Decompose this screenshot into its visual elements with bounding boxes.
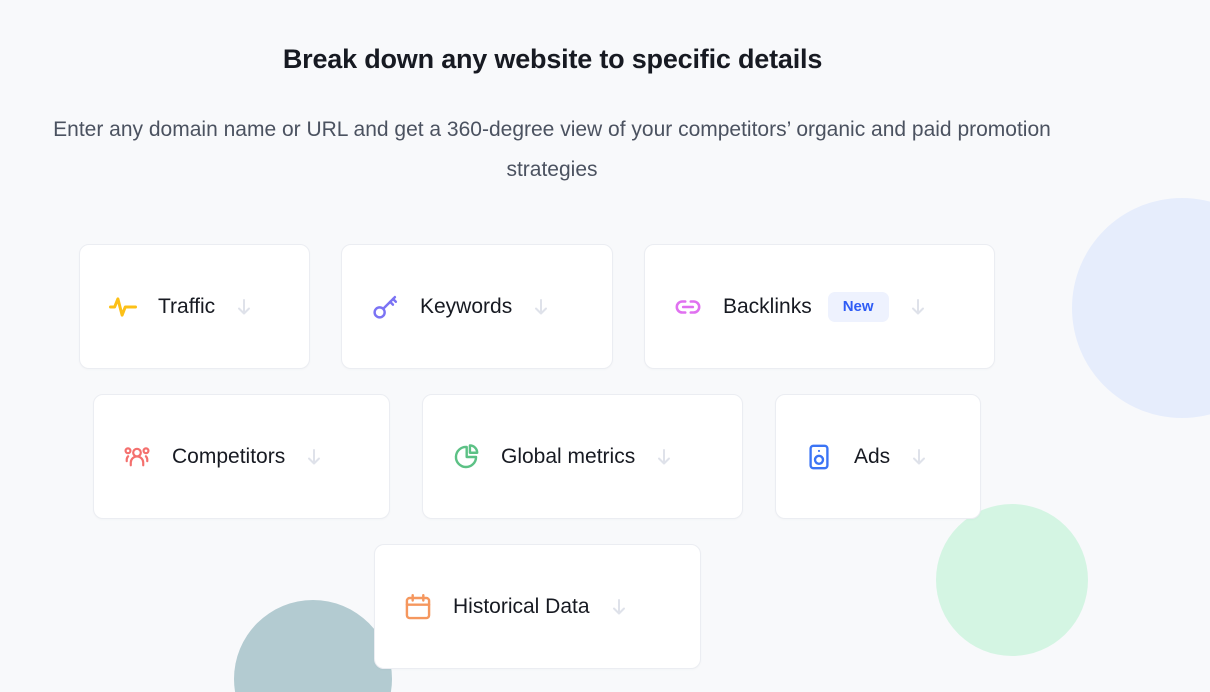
arrow-down-icon[interactable]: [532, 297, 550, 317]
card-ads[interactable]: Ads: [775, 394, 981, 519]
card-competitors[interactable]: Competitors: [93, 394, 390, 519]
key-icon: [368, 290, 402, 324]
card-label-traffic: Traffic: [158, 294, 216, 318]
activity-pulse-icon: [106, 290, 140, 324]
card-backlinks[interactable]: Backlinks New: [644, 244, 995, 369]
arrow-down-icon[interactable]: [655, 447, 673, 467]
card-label-backlinks: Backlinks: [723, 294, 812, 318]
status-badge-new: New: [827, 291, 889, 322]
card-global-metrics[interactable]: Global metrics: [422, 394, 743, 519]
arrow-down-icon[interactable]: [909, 297, 927, 317]
link-chain-icon: [671, 290, 705, 324]
speaker-icon: [802, 440, 836, 474]
card-label-keywords: Keywords: [420, 294, 513, 318]
card-label-ads: Ads: [854, 444, 891, 468]
pie-chart-icon: [449, 440, 483, 474]
page-subtitle: Enter any domain name or URL and get a 3…: [53, 118, 1051, 181]
arrow-down-icon[interactable]: [910, 447, 928, 467]
users-group-icon: [120, 440, 154, 474]
card-historical-data[interactable]: Historical Data: [374, 544, 701, 669]
arrow-down-icon[interactable]: [235, 297, 253, 317]
arrow-down-icon[interactable]: [610, 597, 628, 617]
card-keywords[interactable]: Keywords: [341, 244, 613, 369]
card-label-global-metrics: Global metrics: [501, 444, 636, 468]
card-traffic[interactable]: Traffic: [79, 244, 310, 369]
hero-section: Break down any website to specific detai…: [0, 0, 1210, 692]
page-title: Break down any website to specific detai…: [282, 44, 823, 74]
calendar-icon: [401, 590, 435, 624]
card-label-historical-data: Historical Data: [453, 594, 590, 618]
arrow-down-icon[interactable]: [305, 447, 323, 467]
card-label-competitors: Competitors: [172, 444, 286, 468]
